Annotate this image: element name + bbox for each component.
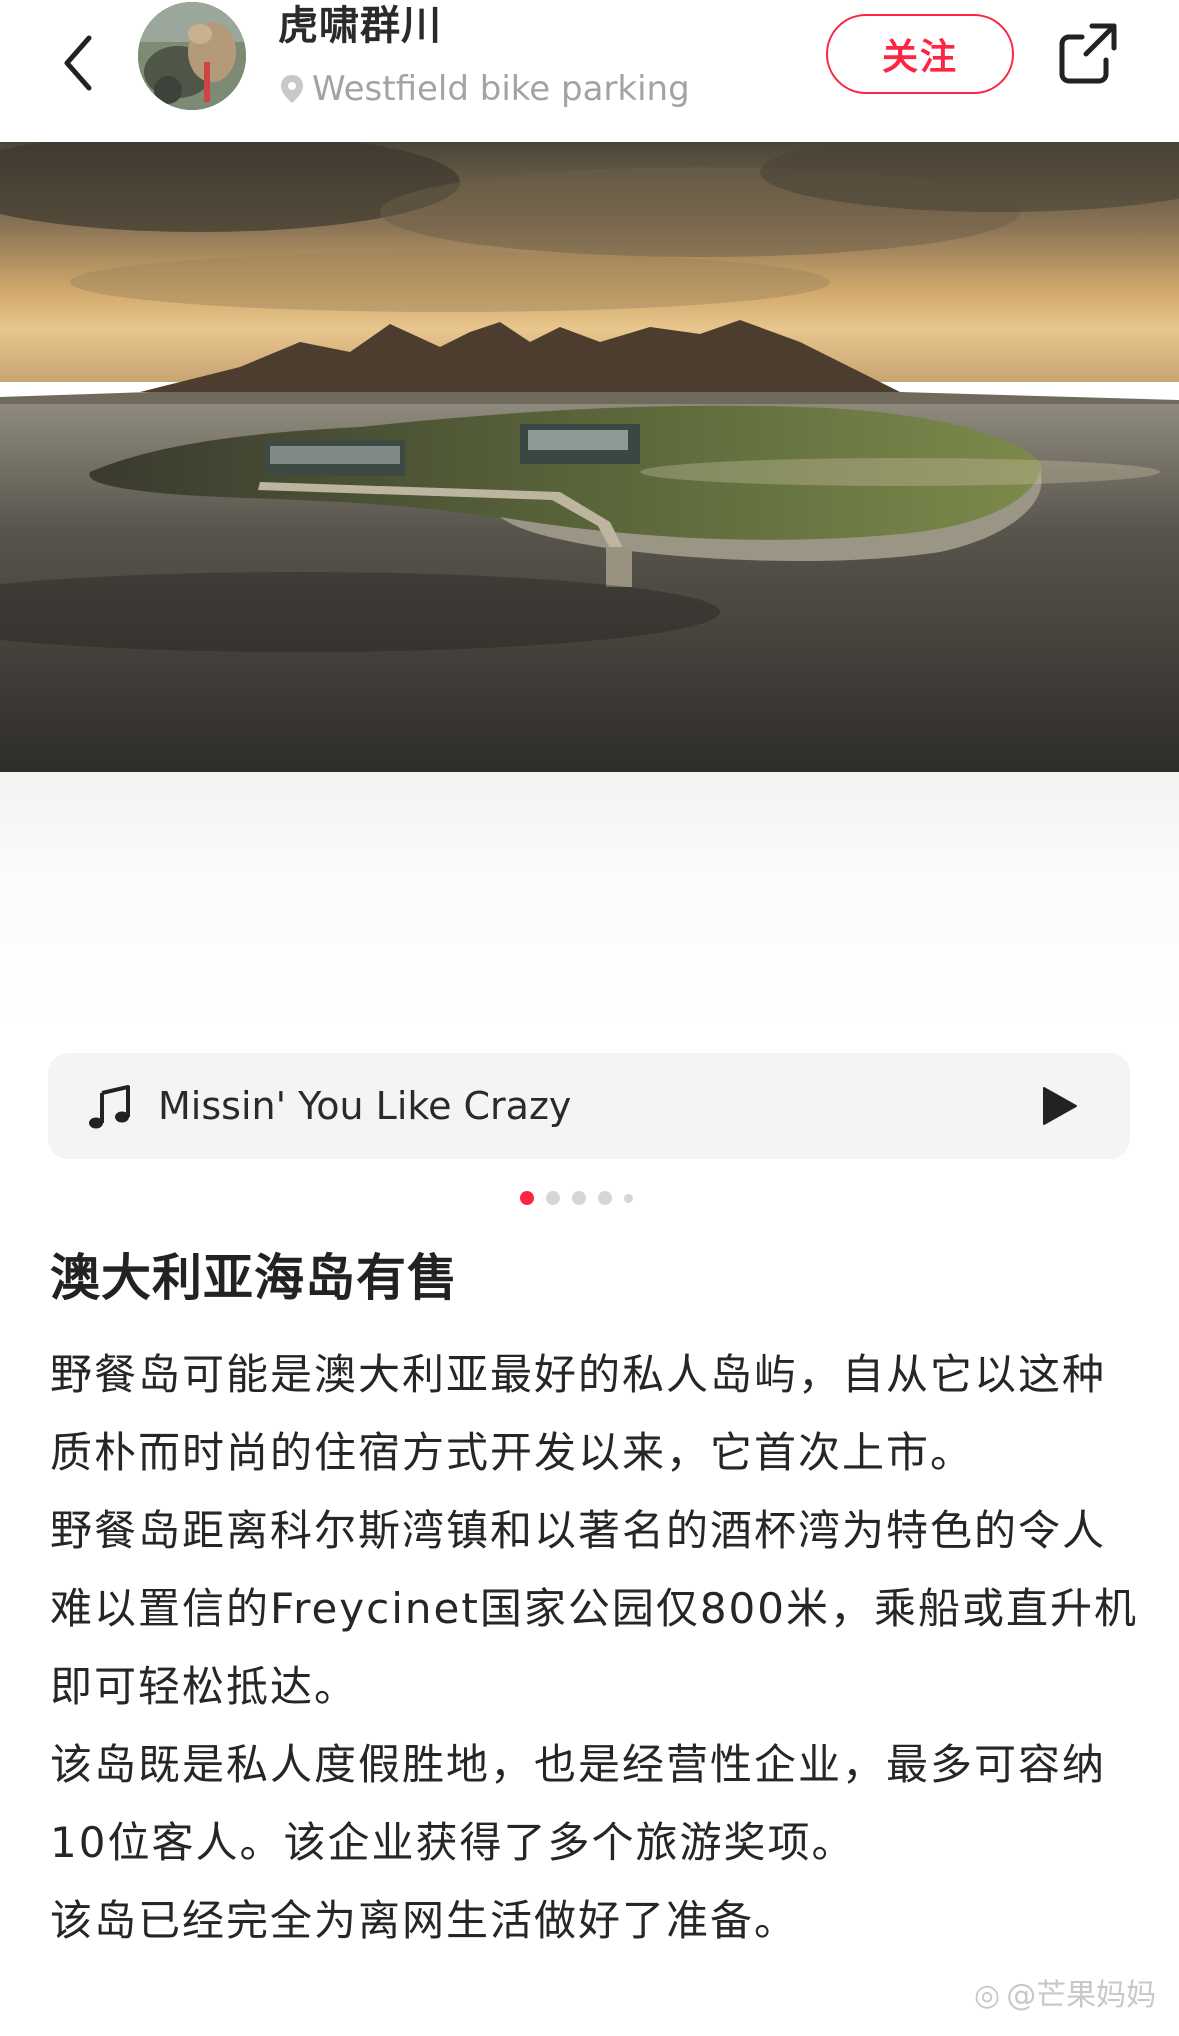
post-paragraph: 野餐岛可能是澳大利亚最好的私人岛屿，自从它以这种质朴而时尚的住宿方式开发以来，它… bbox=[50, 1350, 1107, 1477]
avatar[interactable] bbox=[138, 2, 246, 110]
watermark: ◎ @芒果妈妈 bbox=[974, 1976, 1156, 2016]
carousel-dot[interactable] bbox=[598, 1191, 612, 1205]
carousel-dot-active[interactable] bbox=[520, 1191, 534, 1205]
post-content: 野餐岛可能是澳大利亚最好的私人岛屿，自从它以这种质朴而时尚的住宿方式开发以来，它… bbox=[50, 1336, 1140, 1960]
carousel-dot[interactable] bbox=[572, 1191, 586, 1205]
carousel-dot[interactable] bbox=[546, 1191, 560, 1205]
play-icon[interactable] bbox=[1036, 1083, 1082, 1129]
post-header: 虎啸群川 Westfield bike parking 关注 bbox=[0, 0, 1179, 142]
carousel-indicator bbox=[520, 1190, 633, 1206]
music-bar[interactable]: Missin' You Like Crazy bbox=[48, 1053, 1130, 1159]
back-button[interactable] bbox=[48, 18, 108, 108]
location-pin-icon bbox=[281, 75, 303, 103]
music-note-icon bbox=[89, 1085, 130, 1129]
watermark-text: @芒果妈妈 bbox=[1006, 1978, 1157, 2013]
post-image[interactable] bbox=[0, 142, 1179, 772]
post-title: 澳大利亚海岛有售 bbox=[50, 1249, 458, 1307]
share-icon bbox=[1059, 23, 1117, 84]
image-fade bbox=[0, 772, 1179, 1032]
post-paragraph: 该岛既是私人度假胜地，也是经营性企业，最多可容纳10位客人。该企业获得了多个旅游… bbox=[50, 1740, 1107, 1867]
post-paragraph: 野餐岛距离科尔斯湾镇和以著名的酒杯湾为特色的令人难以置信的Freycinet国家… bbox=[50, 1506, 1138, 1711]
location-tag[interactable]: Westfield bike parking bbox=[280, 66, 690, 112]
music-title: Missin' You Like Crazy bbox=[158, 1084, 572, 1128]
location-label: Westfield bike parking bbox=[312, 69, 690, 109]
carousel-dot[interactable] bbox=[624, 1193, 633, 1203]
post-paragraph: 该岛已经完全为离网生活做好了准备。 bbox=[50, 1896, 799, 1945]
follow-button[interactable]: 关注 bbox=[826, 14, 1014, 94]
share-button[interactable] bbox=[1052, 18, 1124, 90]
author-name[interactable]: 虎啸群川 bbox=[278, 0, 442, 52]
chevron-left-icon bbox=[64, 35, 92, 91]
weibo-logo-icon: ◎ bbox=[974, 1978, 1001, 2013]
